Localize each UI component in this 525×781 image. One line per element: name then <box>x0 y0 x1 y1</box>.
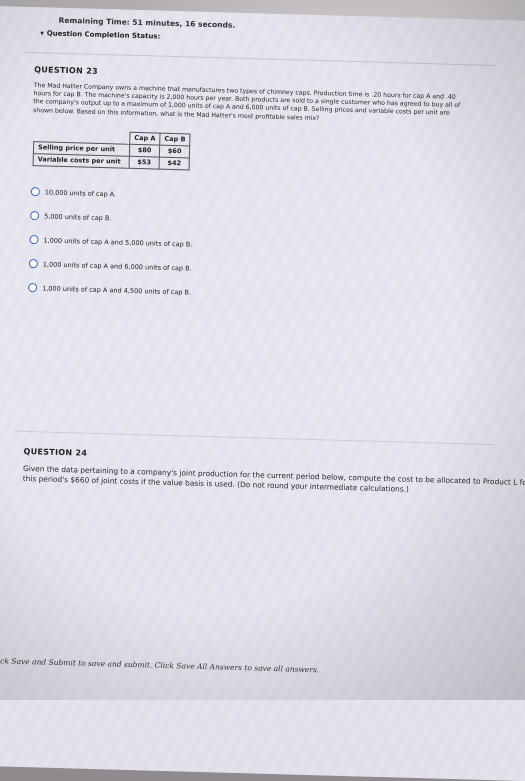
save-submit-instructions: Click Save and Submit to save and submit… <box>0 656 320 675</box>
header-divider <box>24 51 495 66</box>
radio-button[interactable] <box>30 211 40 221</box>
question-24-text: Given the data pertaining to a company's… <box>22 463 525 494</box>
radio-button[interactable] <box>28 259 38 269</box>
variable-cost-cap-a: $53 <box>129 156 160 169</box>
question-23-text: The Mad Hatter Company owns a machine th… <box>33 82 461 122</box>
variable-cost-cap-b: $42 <box>159 156 190 170</box>
answer-option-label: 5,000 units of cap B. <box>44 212 112 223</box>
chevron-down-icon: ▾ <box>40 29 44 38</box>
answer-option-label: 1,000 units of cap A and 6,000 units of … <box>42 260 192 273</box>
radio-button[interactable] <box>28 283 38 293</box>
completion-status-label: Question Completion Status: <box>46 29 161 41</box>
question-23: QUESTION 23 The Mad Hatter Company owns … <box>28 65 504 313</box>
question-divider <box>14 430 494 446</box>
answer-options: 10,000 units of cap A. 5,000 units of ca… <box>28 180 501 313</box>
table-header-cap-a: Cap A <box>129 132 161 145</box>
test-header: Remaining Time: 51 minutes, 16 seconds. … <box>40 15 480 49</box>
row-label-variable-costs: Variable costs per unit <box>33 153 130 169</box>
radio-button[interactable] <box>29 235 39 245</box>
answer-option-label: 1,000 units of cap A and 5,000 units of … <box>43 236 193 249</box>
answer-option-label: 10,000 units of cap A. <box>44 188 117 199</box>
radio-button[interactable] <box>30 187 40 197</box>
caps-table: Cap A Cap B Selling price per unit $80 $… <box>33 129 191 170</box>
table-header-cap-b: Cap B <box>159 132 191 146</box>
browser-screen: Remaining Time: 51 minutes, 16 seconds. … <box>0 6 525 781</box>
answer-option-label: 1,000 units of cap A and 4,500 units of … <box>42 284 192 297</box>
question-24: QUESTION 24 Given the data pertaining to… <box>23 447 525 496</box>
selling-price-cap-a: $80 <box>129 144 160 157</box>
selling-price-cap-b: $60 <box>159 144 190 158</box>
